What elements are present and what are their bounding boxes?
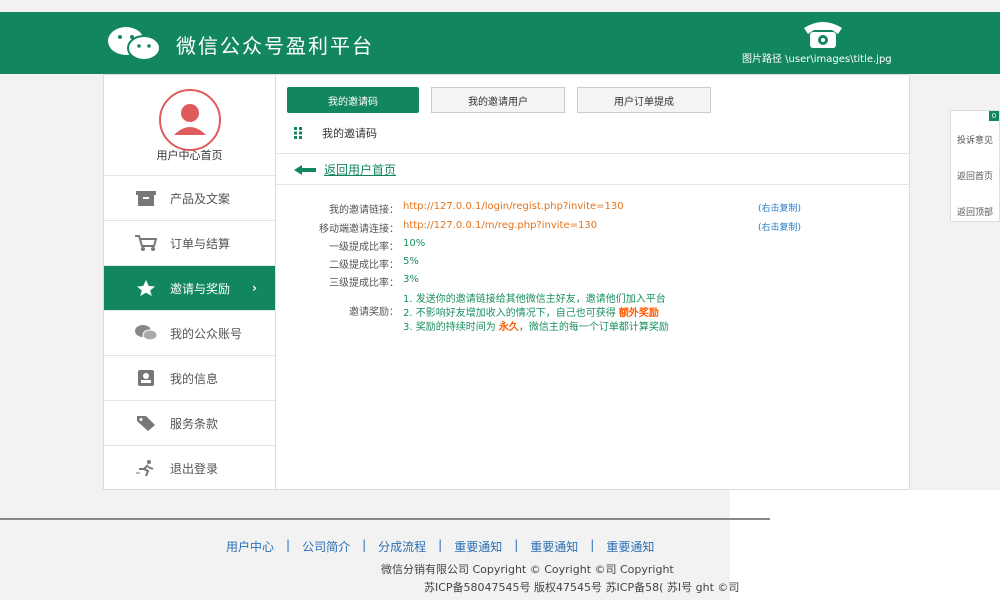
footer-separator: |	[514, 538, 519, 552]
footer-link-notice-1[interactable]: 重要通知	[454, 538, 502, 555]
tab-my-invited-users[interactable]: 我的邀请用户	[431, 87, 565, 113]
star-icon	[137, 280, 155, 296]
sidebar-item-label: 订单与结算	[170, 236, 231, 251]
user-avatar-icon	[174, 104, 206, 135]
footer-link-process[interactable]: 分成流程	[378, 538, 426, 555]
level1-rate-label: 一级提成比率：	[329, 242, 399, 253]
level2-rate-row: 二级提成比率： 5%	[276, 256, 910, 274]
footer-link-user-center[interactable]: 用户中心	[226, 538, 274, 555]
footer-divider	[0, 518, 770, 520]
invite-link[interactable]: http://127.0.0.1/login/regist.php?invite…	[403, 201, 624, 212]
sidebar-item-label: 我的信息	[170, 371, 219, 386]
floating-side-panel: 0 投诉意见 返回首页 返回顶部	[950, 110, 1000, 222]
footer-separator: |	[590, 538, 595, 552]
reward-description: 1. 发送你的邀请链接给其他微信主好友，邀请他们加入平台 2. 不影响好友增加收…	[403, 293, 669, 335]
footer-separator: |	[438, 538, 443, 552]
header-bar: 微信公众号盈利平台 图片路径 \user\images\title.jpg	[0, 12, 1000, 74]
sidebar-item-label: 我的公众账号	[170, 326, 243, 341]
sidebar-item-orders[interactable]: 订单与结算	[104, 220, 275, 265]
footer-links: 用户中心 | 公司简介 | 分成流程 | 重要通知 | 重要通知 | 重要通知	[226, 538, 654, 555]
reward-line-3-tail: ，微信主的每一个订单都计算奖励	[518, 322, 669, 333]
image-path-note: 图片路径 \user\images\title.jpg	[742, 54, 892, 65]
wechat-logo-icon	[108, 27, 161, 61]
footer-link-notice-2[interactable]: 重要通知	[530, 538, 578, 555]
blank-area	[730, 490, 1000, 600]
tag-icon	[137, 416, 155, 431]
feedback-link[interactable]: 投诉意见	[957, 133, 993, 146]
user-center-home-link[interactable]: 用户中心首页	[104, 147, 275, 163]
sidebar-item-logout[interactable]: 退出登录	[104, 445, 275, 490]
tab-user-order-commission[interactable]: 用户订单提成	[577, 87, 711, 113]
mobile-link-label: 移动端邀请连接：	[319, 224, 399, 235]
level3-rate-label: 三级提成比率：	[329, 278, 399, 289]
footer-separator: |	[362, 538, 367, 552]
sidebar-item-invite-rewards[interactable]: 邀请与奖励 ›	[104, 265, 275, 310]
copy-hint[interactable]: (右击复制)	[758, 201, 801, 214]
back-home-link[interactable]: 返回首页	[957, 169, 993, 182]
box-icon	[136, 191, 156, 206]
footer-icp: 苏ICP备58047545号 版权47545号 苏ICP备58( 苏I号 ght…	[424, 581, 740, 594]
section-title-text: 我的邀请码	[322, 127, 377, 140]
footer-link-notice-3[interactable]: 重要通知	[606, 538, 654, 555]
footer-copyright: 微信分销有限公司 Copyright © Coyright ©司 Copyrig…	[381, 563, 674, 576]
panel-corner-badge: 0	[989, 111, 999, 121]
cart-icon	[135, 235, 158, 251]
wechat-icon	[135, 325, 158, 341]
reward-line-3: 3. 奖励的持续时间为 永久，微信主的每一个订单都计算奖励	[403, 321, 669, 335]
footer-link-company[interactable]: 公司简介	[302, 538, 350, 555]
copy-hint[interactable]: (右击复制)	[758, 220, 801, 233]
chevron-right-icon: ›	[252, 281, 257, 295]
grid-icon	[294, 127, 302, 139]
back-link-text: 返回用户首页	[324, 163, 397, 177]
sidebar-item-label: 退出登录	[170, 461, 219, 476]
back-to-user-home-link[interactable]: 返回用户首页	[294, 161, 396, 178]
extra-reward-highlight: 额外奖励	[618, 308, 659, 319]
footer-separator: |	[286, 538, 291, 552]
main-panel: 我的邀请码 我的邀请用户 用户订单提成 我的邀请码 返回用户首页 我的邀请链接：…	[276, 74, 910, 490]
sidebar-item-label: 服务条款	[170, 416, 219, 431]
tab-my-invite-code[interactable]: 我的邀请码	[287, 87, 419, 113]
reward-line-1: 1. 发送你的邀请链接给其他微信主好友，邀请他们加入平台	[403, 294, 666, 305]
level1-rate-value: 10%	[403, 238, 426, 249]
mobile-invite-link[interactable]: http://127.0.0.1/m/reg.php?invite=130	[403, 220, 597, 231]
sidebar-item-public-accounts[interactable]: 我的公众账号	[104, 310, 275, 355]
avatar[interactable]	[159, 89, 221, 151]
reward-line-2-text: 2. 不影响好友增加收入的情况下，自己也可获得	[403, 308, 619, 319]
sidebar-item-terms[interactable]: 服务条款	[104, 400, 275, 445]
brand-title: 微信公众号盈利平台	[176, 34, 374, 58]
arrow-left-icon	[294, 164, 316, 175]
sidebar-menu: 产品及文案 订单与结算 邀请与奖励 › 我的公众账号 我的信息 服务条款 退出登…	[104, 175, 275, 490]
level3-rate-value: 3%	[403, 274, 419, 285]
tab-bar: 我的邀请码 我的邀请用户 用户订单提成	[287, 87, 723, 113]
reward-line-2: 2. 不影响好友增加收入的情况下，自己也可获得 额外奖励	[403, 307, 669, 321]
invite-link-row: 我的邀请链接： http://127.0.0.1/login/regist.ph…	[276, 201, 910, 219]
level1-rate-row: 一级提成比率： 10%	[276, 238, 910, 256]
sidebar: 用户中心首页 产品及文案 订单与结算 邀请与奖励 › 我的公众账号 我的信息 服…	[103, 74, 276, 490]
running-man-icon	[136, 460, 154, 477]
sidebar-item-label: 邀请与奖励	[170, 281, 231, 296]
sidebar-item-products[interactable]: 产品及文案	[104, 175, 275, 220]
mobile-link-row: 移动端邀请连接： http://127.0.0.1/m/reg.php?invi…	[276, 220, 910, 238]
reward-line-3-text: 3. 奖励的持续时间为	[403, 322, 499, 333]
telephone-icon	[804, 22, 842, 48]
id-card-icon	[138, 370, 154, 386]
invite-link-label: 我的邀请链接：	[329, 205, 399, 216]
level2-rate-value: 5%	[403, 256, 419, 267]
back-to-top-link[interactable]: 返回顶部	[957, 205, 993, 218]
divider	[276, 153, 910, 154]
sidebar-item-my-info[interactable]: 我的信息	[104, 355, 275, 400]
reward-label: 邀请奖励：	[349, 307, 399, 318]
permanent-highlight: 永久	[498, 322, 519, 333]
section-title: 我的邀请码	[294, 125, 377, 141]
sidebar-item-label: 产品及文案	[170, 191, 231, 206]
level2-rate-label: 二级提成比率：	[329, 260, 399, 271]
level3-rate-row: 三级提成比率： 3%	[276, 274, 910, 292]
divider	[276, 184, 910, 185]
